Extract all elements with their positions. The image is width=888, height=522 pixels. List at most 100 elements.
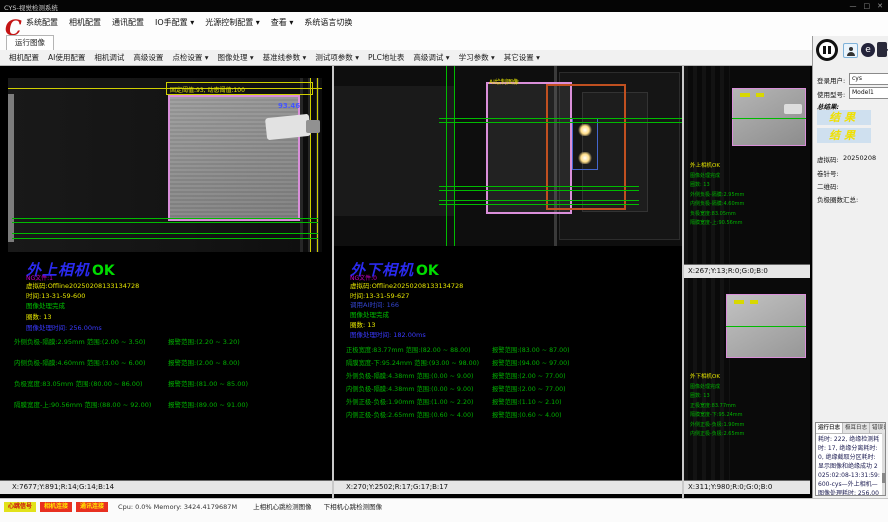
green-measure-line [439, 204, 639, 205]
left-camera-panel: 固定阈值:93, 动态阈值:100 93.46 外上相机OK NG文件:1 虚拟… [0, 66, 332, 498]
weld-glow [577, 152, 593, 164]
measurement-row-cell: 报警范围:(89.00 ~ 91.00) [168, 399, 248, 409]
close-icon[interactable]: ✕ [877, 1, 883, 11]
menu-item[interactable]: 系统配置 [26, 17, 58, 28]
virtual-code-value: 20250208 [843, 154, 876, 162]
measurement-row-cell: 报警范围:(83.00 ~ 87.00) [492, 345, 570, 354]
toolbar-item[interactable]: 高级调试 ▾ [413, 52, 449, 63]
measurement-row: 外侧负极-隔膜:2.95mm 范围:(2.00 ~ 3.50)报警范围:(2.2… [14, 336, 248, 346]
loop-count: 圈数: 13 [26, 311, 52, 321]
yellow-reference-line [310, 78, 311, 252]
toolbar-item[interactable]: 相机调试 [94, 52, 124, 63]
toolbar-item[interactable]: 其它设置 ▾ [504, 52, 540, 63]
upper-camera-heartbeat-link[interactable]: 上相机心跳检测图像 [253, 502, 312, 512]
window-title: CYS-视觉检测系统 [4, 2, 58, 12]
green-measure-line [732, 118, 806, 119]
blue-measure-value: 93.46 [278, 102, 300, 110]
green-measure-line [726, 326, 806, 327]
toolbar-item[interactable]: 点检设置 ▾ [172, 52, 208, 63]
log-panel: 运行日志 极耳日志 错误日志 耗时: 222, 绝缘检测耗时: 17, 绝缘分离… [815, 422, 886, 496]
overlay-line: 圈数: 13 [690, 392, 744, 402]
cell-region-box [168, 95, 300, 221]
green-measure-line [439, 118, 682, 119]
green-measure-line [12, 238, 318, 239]
connector-tip [306, 120, 320, 133]
app-window: CYS-视觉检测系统 — □ ✕ C 系统配置相机配置通讯配置IO手配置 ▾光源… [0, 0, 888, 522]
overlay-line: 图像处理完成 [690, 383, 744, 393]
log-tab-run[interactable]: 运行日志 [816, 423, 843, 433]
yellow-mark [740, 93, 750, 97]
pause-bar [828, 46, 831, 54]
log-tab-tab[interactable]: 极耳日志 [843, 423, 870, 433]
threshold-note: 固定阈值:93, 动态阈值:100 [170, 85, 245, 94]
machine-band-region [334, 86, 454, 216]
barcode-text: 虚拟码:Offline20250208133134728 [26, 280, 139, 290]
qr-code-label: 二维码: [817, 181, 839, 191]
menu-item[interactable]: 光源控制配置 ▾ [205, 17, 260, 28]
toolbar-item[interactable]: 相机配置 [9, 52, 39, 63]
menu-bar: 系统配置相机配置通讯配置 IO手配置 ▾ 光源控制配置 ▾ 查看 ▾ 系统语言切换 [26, 17, 352, 28]
thumbnail-image-2[interactable]: 外下相机OK 图像处理完成圈数: 13正极宽度:83.77mm隔膜宽度-下:95… [684, 278, 810, 480]
thumbnail-image-1[interactable]: 外上相机OK 图像处理完成圈数: 13外侧负极-隔膜:2.95mm内侧负极-隔膜… [684, 66, 810, 264]
time-text: 时间:13-31-59-600 [26, 290, 85, 300]
middle-camera-image[interactable]: AI绘制图像 [334, 66, 682, 246]
measurement-row-cell: 负极宽度:83.05mm 范围:(80.00 ~ 86.00) [14, 378, 168, 388]
overlay-line: 圈数: 13 [690, 181, 744, 191]
toolbar-item[interactable]: 测试项参数 ▾ [315, 52, 359, 63]
green-measure-line [12, 233, 318, 234]
weld-glow [577, 124, 593, 136]
exit-icon[interactable]: ▸ [877, 42, 888, 58]
measurement-row: 隔膜宽度-上:90.56mm 范围:(88.00 ~ 92.00)报警范围:(8… [14, 399, 248, 409]
menu-item[interactable]: 通讯配置 [112, 17, 144, 28]
measurement-row-cell: 隔膜宽度-上:90.56mm 范围:(88.00 ~ 92.00) [14, 399, 168, 409]
process-time: 图像处理时间: 182.00ms [350, 329, 426, 339]
overlay-line: 图像处理完成 [690, 172, 744, 182]
toolbar-item[interactable]: PLC地址表 [368, 52, 404, 63]
measurement-row-cell: 外侧负极-隔膜:4.38mm 范围:(0.00 ~ 9.00) [346, 371, 492, 380]
result-badge: 结果 [817, 128, 871, 143]
log-tab-error[interactable]: 错误日志 [870, 423, 886, 433]
toolbar-item[interactable]: 基准线参数 ▾ [263, 52, 307, 63]
login-user-input[interactable] [849, 73, 888, 85]
toolbar-item[interactable]: 图像处理 ▾ [218, 52, 254, 63]
thumbnail-overlay: 外上相机OK 图像处理完成圈数: 13外侧负极-隔膜:2.95mm内侧负极-隔膜… [690, 162, 744, 229]
toolbar-item[interactable]: 学习参数 ▾ [459, 52, 495, 63]
menu-item[interactable]: 查看 ▾ [271, 17, 294, 28]
green-reference-line [446, 66, 447, 246]
menu-item[interactable]: 系统语言切换 [304, 17, 352, 28]
model-input[interactable] [849, 87, 888, 99]
toolbar-item[interactable]: 高级设置 [133, 52, 163, 63]
connector-region [784, 104, 802, 114]
neg-loops-label: 负极圈数汇总: [817, 194, 858, 204]
measurement-row-cell: 报警范围:(81.00 ~ 85.00) [168, 378, 248, 388]
scrollbar-thumb[interactable] [882, 473, 885, 483]
measurement-row-cell: 外侧正极-负极:1.90mm 范围:(1.00 ~ 2.20) [346, 397, 492, 406]
measurement-row: 正极宽度:83.77mm 范围:(82.00 ~ 88.00)报警范围:(83.… [346, 345, 570, 354]
minimize-icon[interactable]: — [850, 1, 857, 11]
menu-item[interactable]: 相机配置 [69, 17, 101, 28]
measurement-row: 外侧正极-负极:1.90mm 范围:(1.00 ~ 2.20)报警范围:(1.1… [346, 397, 570, 406]
log-scrollbar[interactable] [882, 433, 885, 496]
done-text: 图像处理完成 [350, 309, 389, 319]
left-camera-image[interactable]: 固定阈值:93, 动态阈值:100 93.46 [8, 78, 322, 252]
pause-icon[interactable] [816, 39, 838, 61]
green-measure-line [439, 190, 639, 191]
toolbar-item[interactable]: AI使用配置 [48, 52, 85, 63]
maximize-icon[interactable]: □ [864, 1, 871, 11]
machine-stripes-region [300, 78, 322, 252]
measurement-row-cell: 报警范围:(2.20 ~ 3.20) [168, 336, 240, 346]
user-icon[interactable] [843, 43, 858, 58]
measurement-row-cell: 内侧负极-隔膜:4.60mm 范围:(3.00 ~ 6.00) [14, 357, 168, 367]
pin-number-label: 卷针号: [817, 168, 839, 178]
lower-camera-heartbeat-link[interactable]: 下相机心跳检测图像 [324, 502, 383, 512]
measurement-row-cell: 内侧负极-隔膜:4.38mm 范围:(0.00 ~ 9.00) [346, 384, 492, 393]
e-badge-icon[interactable]: e [861, 43, 875, 57]
yellow-mark [750, 300, 758, 304]
cpu-memory-text: Cpu: 0.0% Memory: 3424.4179687M [118, 502, 237, 512]
menu-item[interactable]: IO手配置 ▾ [155, 17, 194, 28]
status-ok: OK [92, 263, 115, 279]
tab-run-image[interactable]: 运行图像 [6, 35, 54, 50]
ai-image-label: AI绘制图像 [489, 77, 519, 86]
green-measure-line [12, 222, 318, 223]
threshold-annotation-box: 固定阈值:93, 动态阈值:100 [166, 82, 313, 95]
